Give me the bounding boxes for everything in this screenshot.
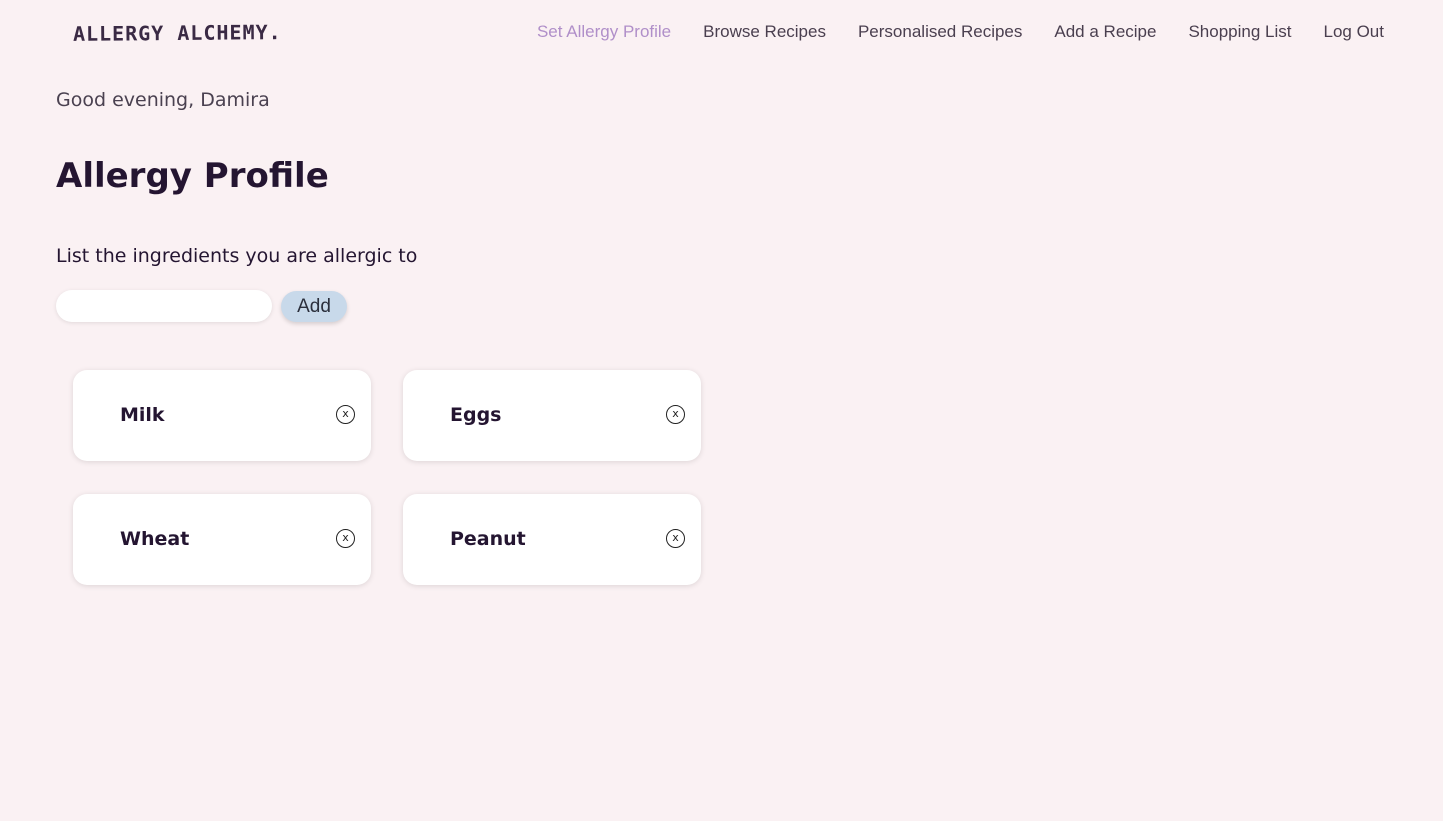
allergy-label: Peanut (450, 528, 526, 550)
greeting: Good evening, Damira (56, 89, 270, 111)
nav-log-out[interactable]: Log Out (1324, 22, 1385, 42)
nav-shopping-list[interactable]: Shopping List (1188, 22, 1291, 42)
nav-personalised-recipes[interactable]: Personalised Recipes (858, 22, 1022, 42)
allergy-label: Eggs (450, 404, 502, 426)
remove-icon[interactable]: x (666, 529, 685, 548)
allergy-card-peanut: Peanut x (403, 494, 701, 585)
allergy-card-eggs: Eggs x (403, 370, 701, 461)
nav-set-allergy-profile[interactable]: Set Allergy Profile (537, 22, 671, 42)
allergy-card-milk: Milk x (73, 370, 371, 461)
remove-icon[interactable]: x (336, 529, 355, 548)
add-button[interactable]: Add (281, 291, 347, 322)
allergy-card-wheat: Wheat x (73, 494, 371, 585)
ingredient-input[interactable] (56, 290, 272, 322)
top-nav: Set Allergy Profile Browse Recipes Perso… (537, 22, 1384, 42)
nav-add-a-recipe[interactable]: Add a Recipe (1054, 22, 1156, 42)
app-logo[interactable]: ALLERGY ALCHEMY. (73, 20, 282, 46)
remove-icon[interactable]: x (666, 405, 685, 424)
page-title: Allergy Profile (56, 156, 329, 196)
allergy-label: Wheat (120, 528, 190, 550)
nav-browse-recipes[interactable]: Browse Recipes (703, 22, 826, 42)
allergy-label: Milk (120, 404, 165, 426)
instruction-text: List the ingredients you are allergic to (56, 245, 418, 267)
remove-icon[interactable]: x (336, 405, 355, 424)
